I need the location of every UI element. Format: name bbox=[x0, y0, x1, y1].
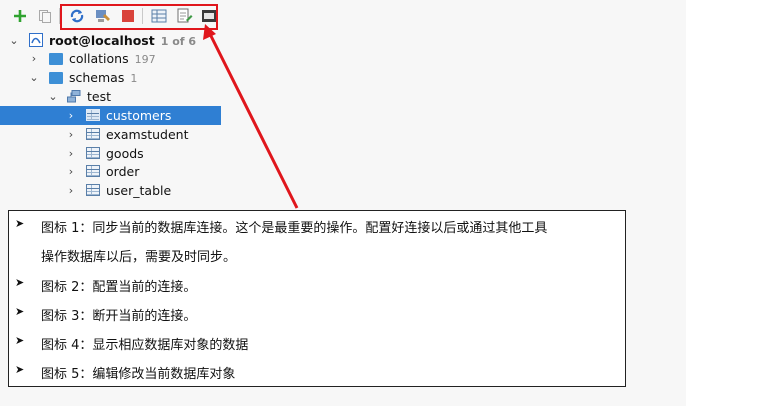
note-text: 图标 5：编辑修改当前数据库对象 bbox=[41, 367, 236, 382]
chevron-right-icon[interactable]: › bbox=[66, 109, 76, 122]
chevron-right-icon[interactable]: › bbox=[66, 165, 76, 178]
tree-item-table[interactable]: › user_table bbox=[0, 181, 220, 200]
note-text: 操作数据库以后，需要及时同步。 bbox=[41, 250, 237, 265]
schema-test-label: test bbox=[87, 89, 112, 104]
chevron-right-icon[interactable]: › bbox=[66, 128, 76, 141]
chevron-right-icon[interactable]: › bbox=[66, 184, 76, 197]
table-icon bbox=[86, 184, 100, 196]
toolbar-highlight-box bbox=[60, 4, 218, 30]
tree-item-table[interactable]: › examstudent bbox=[0, 125, 220, 144]
table-icon bbox=[86, 128, 100, 140]
toolbar bbox=[0, 0, 230, 32]
schemas-name: schemas bbox=[69, 70, 125, 85]
annotation-box: ➤ 图标 1：同步当前的数据库连接。这个是最重要的操作。配置好连接以后或通过其他… bbox=[8, 210, 626, 387]
bullet-arrow-icon: ➤ bbox=[15, 217, 25, 230]
tree-item-schemas[interactable]: ⌄ schemas 1 bbox=[0, 68, 220, 87]
table-label: examstudent bbox=[106, 127, 189, 142]
note-text: 图标 3：断开当前的连接。 bbox=[41, 309, 197, 324]
folder-icon bbox=[49, 53, 63, 65]
table-label: order bbox=[106, 164, 140, 179]
chevron-down-icon[interactable]: ⌄ bbox=[48, 90, 58, 103]
bullet-arrow-icon: ➤ bbox=[15, 334, 25, 347]
add-icon[interactable] bbox=[11, 7, 29, 25]
bullet-arrow-icon: ➤ bbox=[15, 276, 25, 289]
copy-icon[interactable] bbox=[36, 7, 54, 25]
note-text: 图标 2：配置当前的连接。 bbox=[41, 280, 197, 295]
table-icon bbox=[86, 165, 100, 177]
collations-name: collations bbox=[69, 51, 129, 66]
connection-count: 1 of 6 bbox=[160, 35, 197, 48]
collations-count: 197 bbox=[134, 53, 156, 66]
tree-item-table[interactable]: › customers bbox=[0, 106, 221, 125]
chevron-right-icon[interactable]: › bbox=[66, 147, 76, 160]
chevron-down-icon[interactable]: ⌄ bbox=[9, 34, 19, 47]
folder-icon bbox=[49, 72, 63, 84]
connection-icon bbox=[29, 33, 43, 47]
table-label: customers bbox=[106, 108, 172, 123]
connection-name: root@localhost bbox=[49, 33, 155, 48]
table-label: goods bbox=[106, 146, 144, 161]
chevron-right-icon[interactable]: › bbox=[29, 52, 39, 65]
note-text: 图标 1：同步当前的数据库连接。这个是最重要的操作。配置好连接以后或通过其他工具 bbox=[41, 221, 548, 236]
table-icon bbox=[86, 109, 100, 121]
schema-icon bbox=[67, 90, 81, 103]
collations-label: collations 197 bbox=[69, 51, 156, 66]
schemas-label: schemas 1 bbox=[69, 70, 137, 85]
bullet-arrow-icon: ➤ bbox=[15, 363, 25, 376]
tree-item-table[interactable]: › goods bbox=[0, 144, 220, 163]
bullet-arrow-icon: ➤ bbox=[15, 305, 25, 318]
note-text: 图标 4：显示相应数据库对象的数据 bbox=[41, 338, 249, 353]
tree-item-connection[interactable]: ⌄ root@localhost 1 of 6 bbox=[0, 31, 220, 50]
database-explorer-panel: ⌄ root@localhost 1 of 6 › collations 197 ⌄… bbox=[0, 0, 686, 406]
connection-label: root@localhost 1 of 6 bbox=[49, 33, 196, 48]
tree-item-schema-test[interactable]: ⌄ test bbox=[0, 87, 220, 106]
chevron-down-icon[interactable]: ⌄ bbox=[29, 71, 39, 84]
tree-item-collations[interactable]: › collations 197 bbox=[0, 49, 220, 68]
table-label: user_table bbox=[106, 183, 172, 198]
schemas-count: 1 bbox=[130, 72, 138, 85]
table-icon bbox=[86, 147, 100, 159]
tree-item-table[interactable]: › order bbox=[0, 162, 220, 181]
